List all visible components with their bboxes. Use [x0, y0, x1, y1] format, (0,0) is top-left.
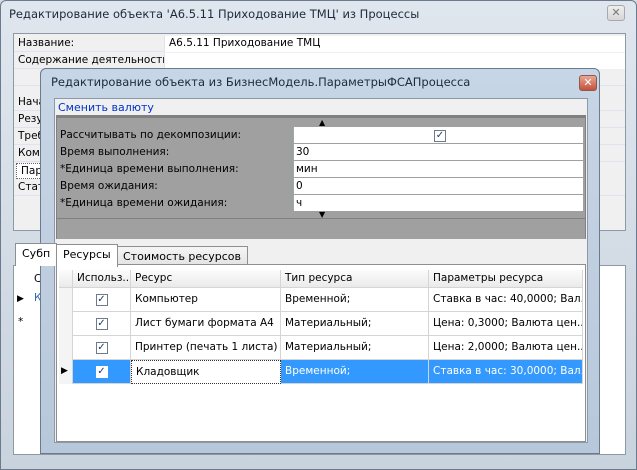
grid-header-used[interactable]: Использ... — [73, 270, 131, 288]
grid-header-resource[interactable]: Ресурс — [131, 270, 281, 288]
grid-header-indicator — [59, 270, 73, 288]
used-checkbox[interactable]: ✓ — [95, 294, 108, 306]
resource-cell[interactable]: Лист бумаги формата А4 — [131, 312, 281, 336]
property-label: Время ожидания: — [60, 180, 158, 192]
used-checkbox[interactable]: ✓ — [95, 366, 108, 378]
wait-time-field[interactable]: 0 — [293, 178, 583, 194]
params-cell[interactable]: Цена: 2,0000; Валюта цен... — [429, 336, 583, 360]
params-cell[interactable]: Ставка в час: 30,0000; Вал... — [429, 360, 583, 384]
back-grid-new-row-marker: * — [18, 316, 24, 328]
exec-unit-field[interactable]: мин — [293, 161, 583, 177]
property-label: Рассчитывать по декомпозиции: — [60, 129, 242, 141]
property-label: *Единица времени выполнения: — [60, 163, 239, 175]
resource-cell[interactable]: Кладовщик — [131, 360, 281, 384]
used-checkbox-cell[interactable]: ✓ — [73, 288, 131, 312]
property-row-wait-time[interactable]: Время ожидания: 0 — [57, 178, 585, 195]
decomposition-checkbox-cell[interactable]: ✓ — [293, 127, 583, 143]
property-row-exec-unit[interactable]: *Единица времени выполнения: мин — [57, 161, 585, 178]
table-row[interactable]: ✓ Принтер (печать 1 листа) Материальный;… — [59, 336, 583, 360]
back-tab-subprocess[interactable]: Субп — [15, 243, 58, 266]
table-row[interactable]: ✓ Компьютер Временной; Ставка в час: 40,… — [59, 288, 583, 312]
back-form-content-field[interactable] — [164, 53, 625, 69]
edit-dialog-close-button[interactable]: ✕ — [579, 75, 597, 91]
property-scroll-down-icon[interactable]: ▼ — [319, 211, 325, 219]
grid-header-params[interactable]: Параметры ресурса — [429, 270, 583, 288]
property-label: *Единица времени ожидания: — [60, 197, 228, 209]
edit-dialog-title: Редактирование объекта из БизнесМодель.П… — [51, 75, 471, 89]
exec-time-field[interactable]: 30 — [293, 144, 583, 160]
tab-resources[interactable]: Ресурсы — [56, 244, 118, 267]
used-checkbox-cell[interactable]: ✓ — [73, 312, 131, 336]
back-grid-row-indicator: ▶ — [17, 294, 24, 304]
table-row[interactable]: ✓ Лист бумаги формата А4 Материальный; Ц… — [59, 312, 583, 336]
used-checkbox[interactable]: ✓ — [95, 318, 108, 330]
resource-cell[interactable]: Принтер (печать 1 листа) — [131, 336, 281, 360]
table-row-selected[interactable]: ▶ ✓ Кладовщик Временной; Ставка в час: 3… — [59, 360, 583, 384]
row-indicator — [59, 312, 73, 336]
back-form-label: Название: — [18, 37, 75, 49]
grid-header-type[interactable]: Тип ресурса — [281, 270, 429, 288]
used-checkbox-cell[interactable]: ✓ — [73, 336, 131, 360]
change-currency-link[interactable]: Сменить валюту — [58, 101, 154, 114]
resources-tab-panel: Использ... Ресурс Тип ресурса Параметры … — [56, 264, 586, 442]
back-window-close-button[interactable]: ✕ — [607, 5, 625, 21]
current-row-arrow-icon: ▶ — [61, 366, 68, 376]
back-form-label: Резу — [18, 113, 43, 125]
back-form-row-content[interactable]: Содержание деятельности: — [14, 53, 625, 69]
row-indicator — [59, 288, 73, 312]
params-cell[interactable]: Цена: 0,3000; Валюта цен... — [429, 312, 583, 336]
property-scroll-up-icon[interactable]: ▲ — [319, 119, 325, 127]
back-window-titlebar[interactable]: Редактирование объекта 'А6.5.11 Приходов… — [1, 1, 636, 27]
decomposition-checkbox[interactable]: ✓ — [434, 130, 446, 142]
back-window-title: Редактирование объекта 'А6.5.11 Приходов… — [9, 7, 420, 21]
wait-unit-field[interactable]: ч — [293, 195, 583, 211]
resource-cell[interactable]: Компьютер — [131, 288, 281, 312]
type-cell[interactable]: Временной; — [281, 360, 429, 384]
type-cell[interactable]: Материальный; — [281, 336, 429, 360]
property-row-exec-time[interactable]: Время выполнения: 30 — [57, 144, 585, 161]
back-form-name-field[interactable]: А6.5.11 Приходование ТМЦ — [164, 36, 625, 52]
tab-resource-cost[interactable]: Стоимость ресурсов — [116, 246, 248, 266]
edit-dialog-titlebar[interactable]: Редактирование объекта из БизнесМодель.П… — [41, 69, 599, 95]
back-form-label: Содержание деятельности: — [18, 54, 173, 66]
row-indicator: ▶ — [59, 360, 73, 384]
property-label: Время выполнения: — [60, 146, 170, 158]
property-grid: ▲ Рассчитывать по декомпозиции: ✓ Время … — [56, 117, 586, 219]
used-checkbox-cell[interactable]: ✓ — [73, 360, 131, 384]
property-grid-footer — [56, 219, 586, 239]
type-cell[interactable]: Материальный; — [281, 312, 429, 336]
type-cell[interactable]: Временной; — [281, 288, 429, 312]
property-row-decomposition[interactable]: Рассчитывать по декомпозиции: ✓ — [57, 127, 585, 144]
row-indicator — [59, 336, 73, 360]
params-cell[interactable]: Ставка в час: 40,0000; Вал... — [429, 288, 583, 312]
used-checkbox[interactable]: ✓ — [95, 342, 108, 354]
back-form-row-name[interactable]: Название: А6.5.11 Приходование ТМЦ — [14, 36, 625, 52]
